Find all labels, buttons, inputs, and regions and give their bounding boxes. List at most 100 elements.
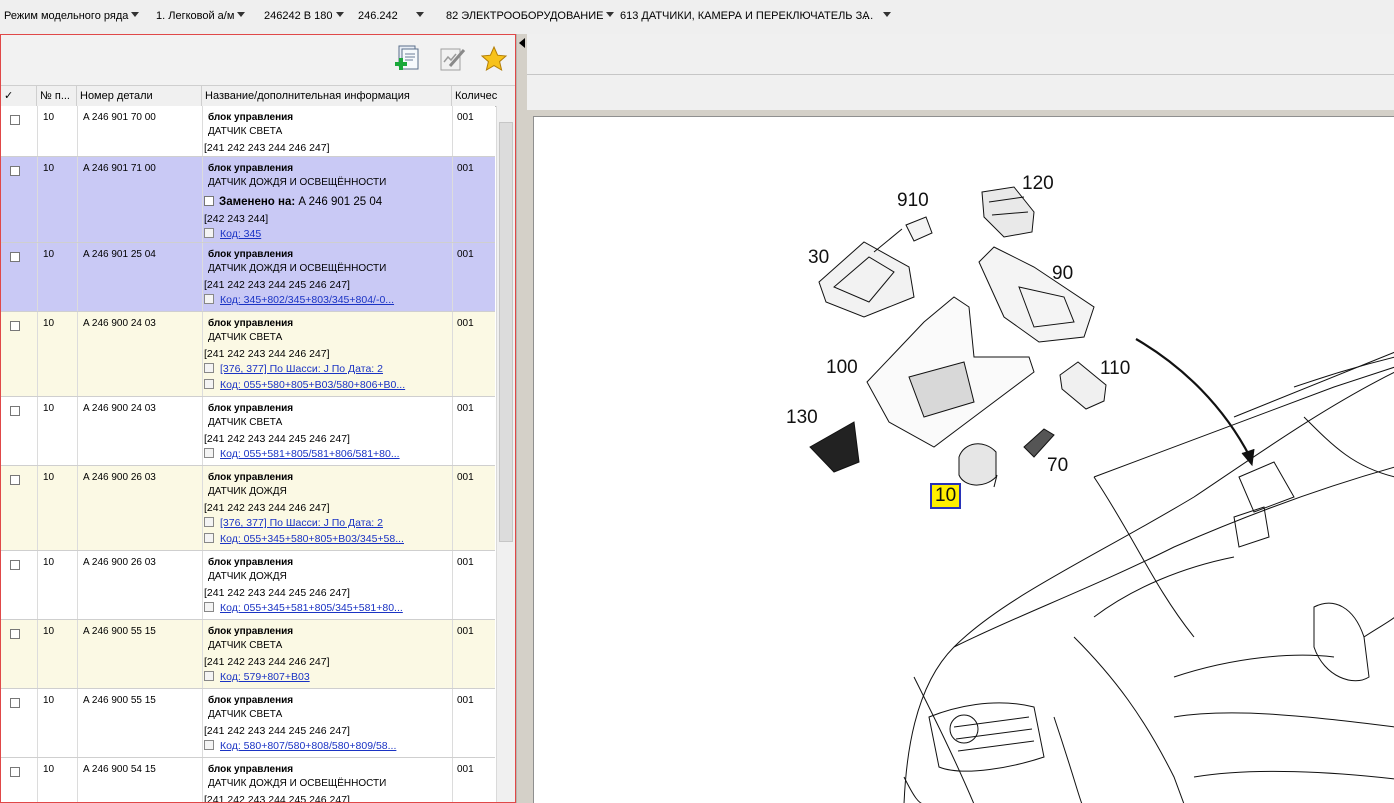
code-link-line: Код: 345+802/345+803/345+804/-0...: [204, 294, 394, 306]
row-checkbox[interactable]: [10, 767, 20, 777]
callout-100[interactable]: 100: [826, 357, 858, 379]
row-checkbox[interactable]: [10, 115, 20, 125]
row-checkbox[interactable]: [10, 252, 20, 262]
part-number[interactable]: A 246 900 24 03: [83, 403, 156, 414]
chevron-down-icon[interactable]: [335, 12, 344, 17]
chevron-down-icon[interactable]: [883, 12, 892, 17]
table-row[interactable]: 10 A 246 900 55 15 блок управления ДАТЧИК С…: [1, 620, 495, 689]
column-divider: [77, 466, 78, 550]
column-header-part-number[interactable]: Номер детали: [77, 86, 202, 106]
code-link[interactable]: Код: 345+802/345+803/345+804/-0...: [220, 294, 394, 306]
table-row[interactable]: 10 A 246 901 70 00 блок управления ДАТЧИК С…: [1, 106, 495, 157]
table-row[interactable]: 10 A 246 901 25 04 блок управления ДАТЧИК Д…: [1, 243, 495, 312]
code-link[interactable]: Код: 055+580+805+B03/580+806+B0...: [220, 379, 405, 391]
vertical-scrollbar[interactable]: [496, 106, 515, 802]
replaced-checkbox[interactable]: [204, 196, 214, 206]
table-row[interactable]: 10 A 246 900 24 03 блок управления ДАТЧИК С…: [1, 397, 495, 466]
code-link[interactable]: Код: 055+345+580+805+B03/345+58...: [220, 533, 404, 545]
column-divider: [452, 106, 453, 156]
callout-90[interactable]: 90: [1052, 263, 1073, 285]
table-header: ✓ № п... Номер детали Название/дополните…: [1, 85, 515, 107]
favorites-star-icon[interactable]: [479, 44, 509, 74]
code-link[interactable]: Код: 580+807/580+808/580+809/58...: [220, 740, 396, 752]
chevron-down-icon[interactable]: [237, 12, 246, 17]
code-link-line: [376, 377] По Шасси: J По Дата: 2: [204, 517, 383, 529]
breadcrumb-subgroup[interactable]: 613 ДАТЧИКИ, КАМЕРА И ПЕРЕКЛЮЧАТЕЛЬ ЗА: [620, 10, 870, 22]
column-header-name[interactable]: Название/дополнительная информация: [202, 86, 452, 106]
part-number[interactable]: A 246 901 71 00: [83, 163, 156, 174]
callout-10-selected[interactable]: 10: [930, 483, 962, 509]
callout-910[interactable]: 910: [897, 190, 929, 212]
row-checkbox[interactable]: [10, 406, 20, 416]
table-row[interactable]: 10 A 246 900 26 03 блок управления ДАТЧИК Д…: [1, 551, 495, 620]
position-number: 10: [43, 112, 55, 123]
breadcrumb-model[interactable]: 246242 В 180: [264, 10, 344, 22]
part-number[interactable]: A 246 900 24 03: [83, 318, 156, 329]
part-number[interactable]: A 246 900 55 15: [83, 695, 156, 706]
part-number[interactable]: A 246 900 55 15: [83, 626, 156, 637]
part-number[interactable]: A 246 900 26 03: [83, 557, 156, 568]
chevron-down-icon[interactable]: [131, 12, 140, 17]
replaced-part-number[interactable]: A 246 901 25 04: [295, 196, 382, 208]
row-checkbox[interactable]: [10, 629, 20, 639]
breadcrumb: Режим модельного ряда 1. Легковой а/м 24…: [0, 0, 1394, 35]
column-header-check[interactable]: ✓: [1, 86, 37, 106]
row-checkbox[interactable]: [10, 560, 20, 570]
breadcrumb-label: 82 ЭЛЕКТРООБОРУДОВАНИЕ: [446, 10, 604, 22]
callout-120[interactable]: 120: [1022, 173, 1054, 195]
code-link[interactable]: [376, 377] По Шасси: J По Дата: 2: [220, 363, 383, 375]
document-icon: [204, 671, 214, 681]
breadcrumb-label: 246.242: [358, 10, 398, 22]
position-number: 10: [43, 249, 55, 260]
part-number[interactable]: A 246 901 25 04: [83, 249, 156, 260]
parts-table-body: 10 A 246 901 70 00 блок управления ДАТЧИК С…: [1, 106, 495, 802]
code-link[interactable]: Код: 345: [220, 228, 261, 240]
chevron-down-icon[interactable]: [606, 12, 615, 17]
edit-notes-icon[interactable]: [437, 44, 467, 74]
table-row[interactable]: 10 A 246 900 24 03 блок управления ДАТЧИК С…: [1, 312, 495, 397]
add-to-list-icon[interactable]: [393, 44, 423, 74]
breadcrumb-chassis[interactable]: 246.242: [358, 10, 424, 22]
breadcrumb-vehicle-type[interactable]: 1. Легковой а/м: [156, 10, 246, 22]
callout-130[interactable]: 130: [786, 407, 818, 429]
collapse-left-arrow-icon[interactable]: [519, 38, 525, 48]
code-link[interactable]: [376, 377] По Шасси: J По Дата: 2: [220, 517, 383, 529]
table-row[interactable]: 10 A 246 900 55 15 блок управления ДАТЧИК С…: [1, 689, 495, 758]
part-number[interactable]: A 246 901 70 00: [83, 112, 156, 123]
breadcrumb-more[interactable]: ...: [864, 10, 892, 22]
table-row[interactable]: 10 A 246 900 26 03 блок управления ДАТЧИК Д…: [1, 466, 495, 551]
column-header-position[interactable]: № п...: [37, 86, 77, 106]
scrollbar-thumb[interactable]: [499, 122, 513, 542]
document-icon: [204, 533, 214, 543]
part-number[interactable]: A 246 900 26 03: [83, 472, 156, 483]
code-link[interactable]: Код: 055+345+581+805/345+581+80...: [220, 602, 403, 614]
document-icon: [204, 294, 214, 304]
table-row[interactable]: 10 A 246 901 71 00 блок управления ДАТЧИК Д…: [1, 157, 495, 243]
row-checkbox[interactable]: [10, 698, 20, 708]
model-variants: [241 242 243 244 246 247]: [204, 142, 330, 154]
callout-70[interactable]: 70: [1047, 455, 1068, 477]
column-divider: [202, 758, 203, 802]
column-divider: [37, 243, 38, 311]
row-checkbox[interactable]: [10, 166, 20, 176]
position-number: 10: [43, 557, 55, 568]
row-checkbox[interactable]: [10, 321, 20, 331]
callout-30[interactable]: 30: [808, 247, 829, 269]
breadcrumb-mode[interactable]: Режим модельного ряда: [4, 10, 140, 22]
code-link[interactable]: Код: 055+581+805/581+806/581+80...: [220, 448, 400, 460]
breadcrumb-group[interactable]: 82 ЭЛЕКТРООБОРУДОВАНИЕ: [446, 10, 615, 22]
exploded-view-illustration: [809, 186, 1394, 803]
document-icon: [204, 228, 214, 238]
callout-110[interactable]: 110: [1100, 358, 1130, 380]
part-number[interactable]: A 246 900 54 15: [83, 764, 156, 775]
column-divider: [37, 620, 38, 688]
panel-splitter[interactable]: [516, 34, 527, 803]
column-header-quantity[interactable]: Количес: [452, 86, 515, 106]
row-checkbox[interactable]: [10, 475, 20, 485]
table-row[interactable]: 10 A 246 900 54 15 блок управления ДАТЧИК Д…: [1, 758, 495, 802]
code-link-line: [376, 377] По Шасси: J По Дата: 2: [204, 363, 383, 375]
chevron-down-icon[interactable]: [415, 12, 424, 17]
code-link[interactable]: Код: 579+807+B03: [220, 671, 310, 683]
code-link-line: Код: 055+345+580+805+B03/345+58...: [204, 533, 404, 545]
parts-diagram[interactable]: 910 120 30 90 100 110 130 70 10: [533, 116, 1394, 803]
